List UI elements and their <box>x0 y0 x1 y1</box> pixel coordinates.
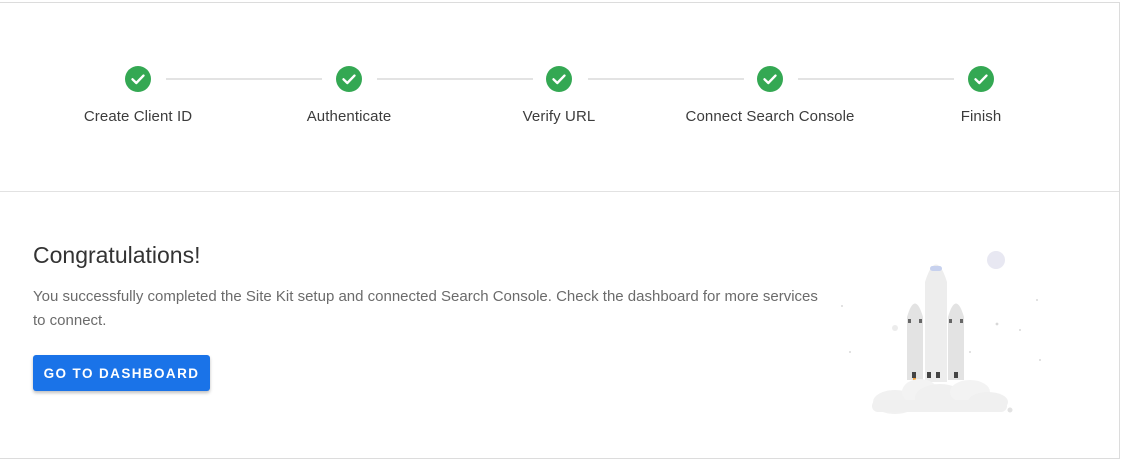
check-circle-icon <box>757 66 783 92</box>
step-finish: Finish <box>871 3 1091 191</box>
setup-progress-stepper: Create Client ID Authenticate Verify URL… <box>0 3 1119 192</box>
go-to-dashboard-button[interactable]: GO TO DASHBOARD <box>33 355 210 391</box>
completion-description: You successfully completed the Site Kit … <box>33 288 818 329</box>
check-circle-icon <box>546 66 572 92</box>
completion-section: Congratulations! You successfully comple… <box>0 192 1119 458</box>
step-create-client-id: Create Client ID <box>28 3 248 191</box>
step-label: Verify URL <box>522 108 596 125</box>
step-verify-url: Verify URL <box>449 3 669 191</box>
completion-title: Congratulations! <box>33 242 201 268</box>
check-circle-icon <box>125 66 151 92</box>
step-label: Create Client ID <box>83 108 193 125</box>
setup-panel: Create Client ID Authenticate Verify URL… <box>0 2 1120 459</box>
rocket-launch-illustration <box>841 251 1041 414</box>
step-label: Authenticate <box>306 108 392 125</box>
check-circle-icon <box>336 66 362 92</box>
step-label: Finish <box>960 108 1002 125</box>
step-authenticate: Authenticate <box>239 3 459 191</box>
step-label: Connect Search Console <box>685 108 855 125</box>
check-circle-icon <box>968 66 994 92</box>
step-connect-search-console: Connect Search Console <box>660 3 880 191</box>
